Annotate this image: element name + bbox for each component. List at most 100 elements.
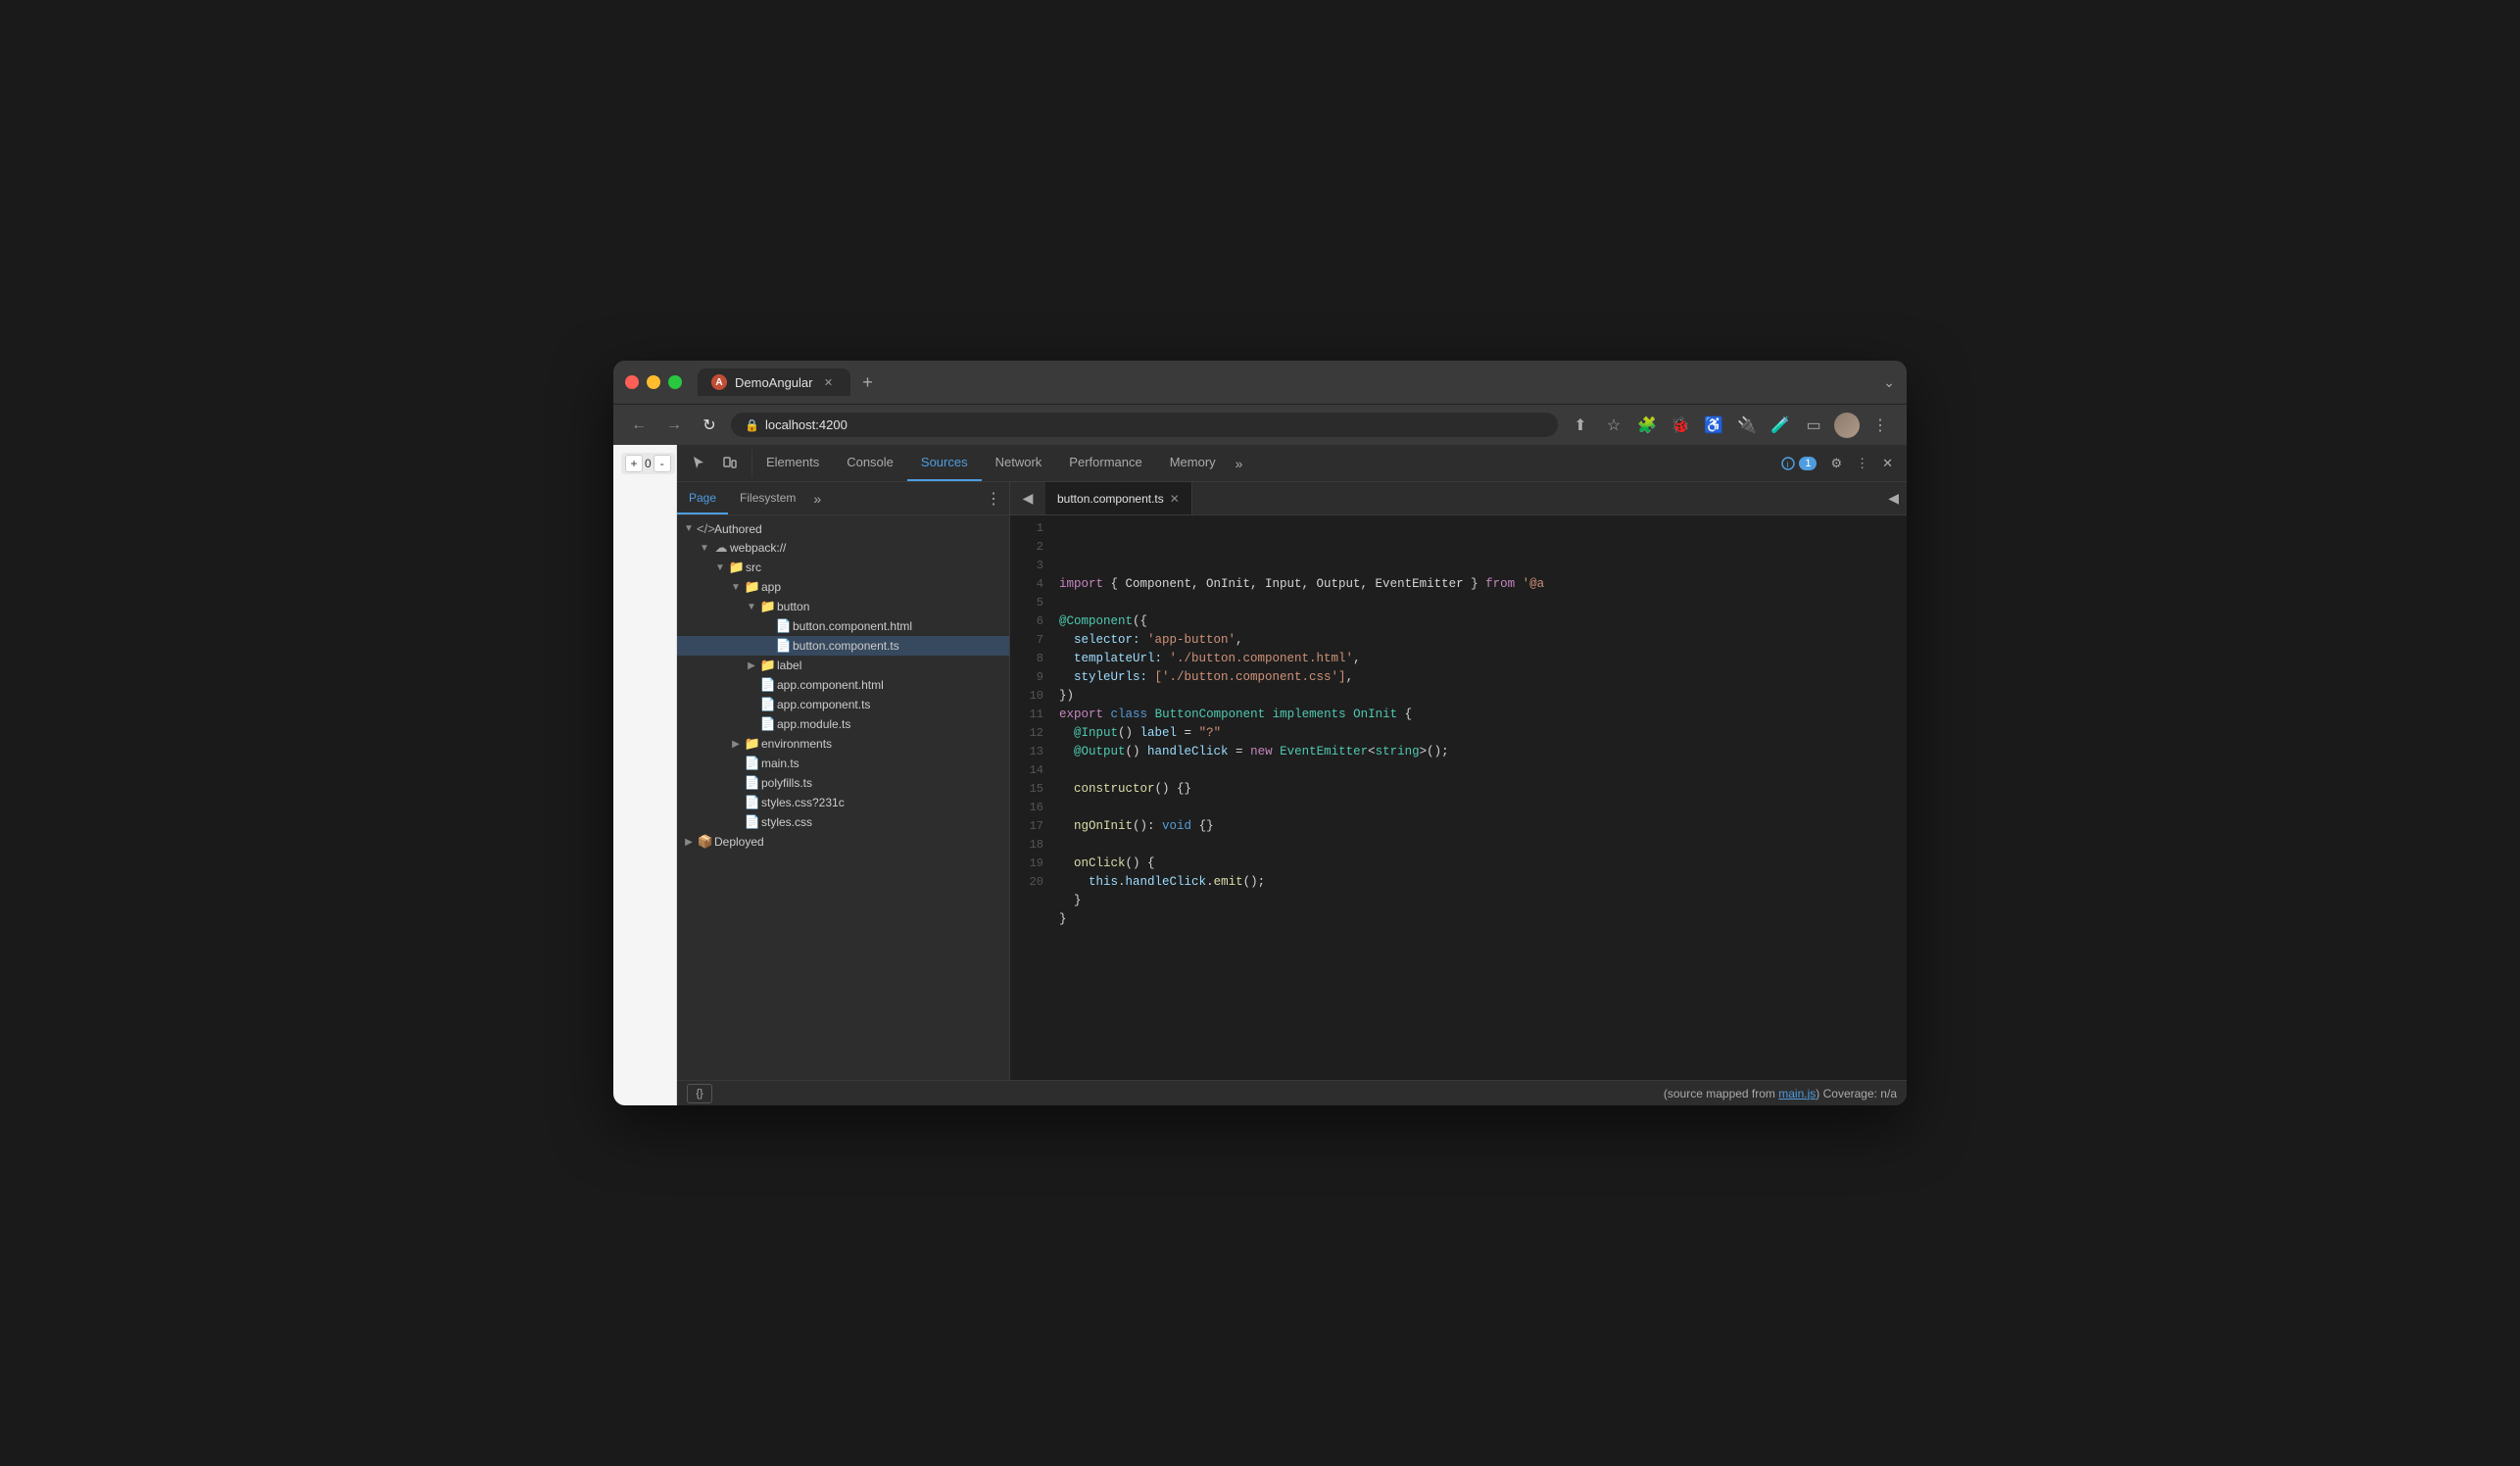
window-menu-chevron[interactable]: ⌄ xyxy=(1883,374,1895,391)
browser-tab[interactable]: A DemoAngular ✕ xyxy=(698,368,850,396)
zoom-in-button[interactable]: + xyxy=(625,455,643,472)
code-lines[interactable]: import { Component, OnInit, Input, Outpu… xyxy=(1051,515,1907,1080)
code-line: constructor() {} xyxy=(1059,780,1907,799)
sidebar-icon[interactable]: ▭ xyxy=(1799,411,1828,440)
tree-item[interactable]: ▼☁webpack:// xyxy=(677,538,1009,558)
tree-item[interactable]: 📄button.component.ts xyxy=(677,636,1009,656)
panel-toggle-button[interactable]: ◀ xyxy=(1014,485,1042,513)
profile-icon[interactable] xyxy=(1832,411,1862,440)
tree-item-label: app.component.html xyxy=(777,678,1009,692)
tree-arrow-icon: ▶ xyxy=(744,660,759,671)
code-content: 1234567891011121314151617181920 import {… xyxy=(1010,515,1907,1080)
inspect-element-button[interactable] xyxy=(685,450,712,477)
tree-item[interactable]: ▼📁src xyxy=(677,558,1009,577)
zoom-out-button[interactable]: - xyxy=(654,455,671,472)
statusbar-left: {} xyxy=(687,1084,712,1103)
flask-icon[interactable]: 🧪 xyxy=(1766,411,1795,440)
issues-button[interactable]: i 1 xyxy=(1775,453,1822,474)
tree-item[interactable]: 📄app.module.ts xyxy=(677,714,1009,734)
file-tree-menu-button[interactable]: ⋮ xyxy=(978,489,1009,509)
new-tab-button[interactable]: + xyxy=(854,368,882,396)
more-button[interactable]: ⋮ xyxy=(1866,411,1895,440)
tree-item[interactable]: ▼</>Authored xyxy=(677,519,1009,538)
line-number: 19 xyxy=(1010,855,1043,873)
devtools-panel: Elements Console Sources Network Perform… xyxy=(677,445,1907,1105)
tab-console[interactable]: Console xyxy=(833,445,907,481)
tab-elements[interactable]: Elements xyxy=(752,445,833,481)
statusbar-text: (source mapped from xyxy=(1664,1087,1778,1100)
tab-sources[interactable]: Sources xyxy=(907,445,982,481)
refresh-button[interactable]: ↻ xyxy=(696,412,723,439)
more-options-button[interactable]: ⋮ xyxy=(1850,452,1874,475)
address-bar[interactable]: 🔒 localhost:4200 xyxy=(731,413,1558,437)
file-tree-sidebar: Page Filesystem » ⋮ ▼</>Authored▼☁webpac… xyxy=(677,482,1010,1080)
devtools-tabs: Elements Console Sources Network Perform… xyxy=(752,445,1768,481)
tab-network[interactable]: Network xyxy=(982,445,1056,481)
device-toggle-button[interactable] xyxy=(716,450,744,477)
bookmark-icon[interactable]: ☆ xyxy=(1599,411,1628,440)
tree-item[interactable]: 📄app.component.ts xyxy=(677,695,1009,714)
editor-tab-close-button[interactable]: ✕ xyxy=(1170,492,1180,506)
tab-performance[interactable]: Performance xyxy=(1055,445,1155,481)
tree-item[interactable]: ▶📦Deployed xyxy=(677,832,1009,852)
more-tabs-button[interactable]: » xyxy=(1230,445,1249,481)
devtools-content: Page Filesystem » ⋮ ▼</>Authored▼☁webpac… xyxy=(677,482,1907,1080)
tree-item-icon: 📄 xyxy=(759,716,777,732)
pretty-print-button[interactable]: {} xyxy=(687,1084,712,1103)
tree-item-icon: 📄 xyxy=(744,795,761,810)
more-file-tabs-button[interactable]: » xyxy=(807,491,827,507)
tree-item-icon: 📁 xyxy=(744,736,761,752)
tree-item[interactable]: ▶📁label xyxy=(677,656,1009,675)
tree-item[interactable]: ▼📁app xyxy=(677,577,1009,597)
bug-icon[interactable]: 🐞 xyxy=(1666,411,1695,440)
tree-item[interactable]: ▼📁button xyxy=(677,597,1009,616)
tab-title: DemoAngular xyxy=(735,375,813,390)
tab-favicon: A xyxy=(711,374,727,390)
back-button[interactable]: ← xyxy=(625,412,653,439)
page-tab[interactable]: Page xyxy=(677,482,728,514)
tab-memory[interactable]: Memory xyxy=(1156,445,1230,481)
code-line: import { Component, OnInit, Input, Outpu… xyxy=(1059,575,1907,594)
main-area: + 0 - Elements xyxy=(613,445,1907,1105)
minimize-window-button[interactable] xyxy=(647,375,660,389)
line-number: 14 xyxy=(1010,761,1043,780)
accessibility-icon[interactable]: ♿ xyxy=(1699,411,1728,440)
tree-item[interactable]: ▶📁environments xyxy=(677,734,1009,754)
line-number: 2 xyxy=(1010,538,1043,557)
tree-arrow-icon: ▼ xyxy=(728,582,744,593)
tree-item-label: webpack:// xyxy=(730,541,1009,555)
issues-badge: 1 xyxy=(1799,457,1817,470)
forward-button[interactable]: → xyxy=(660,412,688,439)
maximize-window-button[interactable] xyxy=(668,375,682,389)
settings-button[interactable]: ⚙ xyxy=(1824,452,1848,475)
tree-item-icon: 📁 xyxy=(759,658,777,673)
tree-item[interactable]: 📄styles.css xyxy=(677,812,1009,832)
puzzle-icon[interactable]: 🔌 xyxy=(1732,411,1762,440)
line-number: 13 xyxy=(1010,743,1043,761)
title-bar: A DemoAngular ✕ + ⌄ xyxy=(613,361,1907,404)
close-devtools-button[interactable]: ✕ xyxy=(1876,452,1899,475)
line-number: 16 xyxy=(1010,799,1043,817)
statusbar-link[interactable]: main.js xyxy=(1778,1087,1816,1100)
code-line: ​ xyxy=(1059,761,1907,780)
share-icon[interactable]: ⬆ xyxy=(1566,411,1595,440)
tree-item[interactable]: 📄styles.css?231c xyxy=(677,793,1009,812)
tab-close-button[interactable]: ✕ xyxy=(821,374,837,390)
tree-item-icon: </> xyxy=(697,521,714,536)
editor-tab-button-component[interactable]: button.component.ts ✕ xyxy=(1045,482,1192,514)
tree-item[interactable]: 📄button.component.html xyxy=(677,616,1009,636)
tree-item[interactable]: 📄app.component.html xyxy=(677,675,1009,695)
tree-item-icon: 📁 xyxy=(744,579,761,595)
filesystem-tab[interactable]: Filesystem xyxy=(728,482,807,514)
editor-collapse-button[interactable]: ◀ xyxy=(1880,490,1907,507)
code-line: ​ xyxy=(1059,799,1907,817)
tree-item-label: styles.css xyxy=(761,815,1009,829)
close-window-button[interactable] xyxy=(625,375,639,389)
code-line: @Output() handleClick = new EventEmitter… xyxy=(1059,743,1907,761)
line-number: 3 xyxy=(1010,557,1043,575)
extensions-icon[interactable]: 🧩 xyxy=(1632,411,1662,440)
code-line: export class ButtonComponent implements … xyxy=(1059,706,1907,724)
line-number: 1 xyxy=(1010,519,1043,538)
tree-item[interactable]: 📄main.ts xyxy=(677,754,1009,773)
tree-item[interactable]: 📄polyfills.ts xyxy=(677,773,1009,793)
